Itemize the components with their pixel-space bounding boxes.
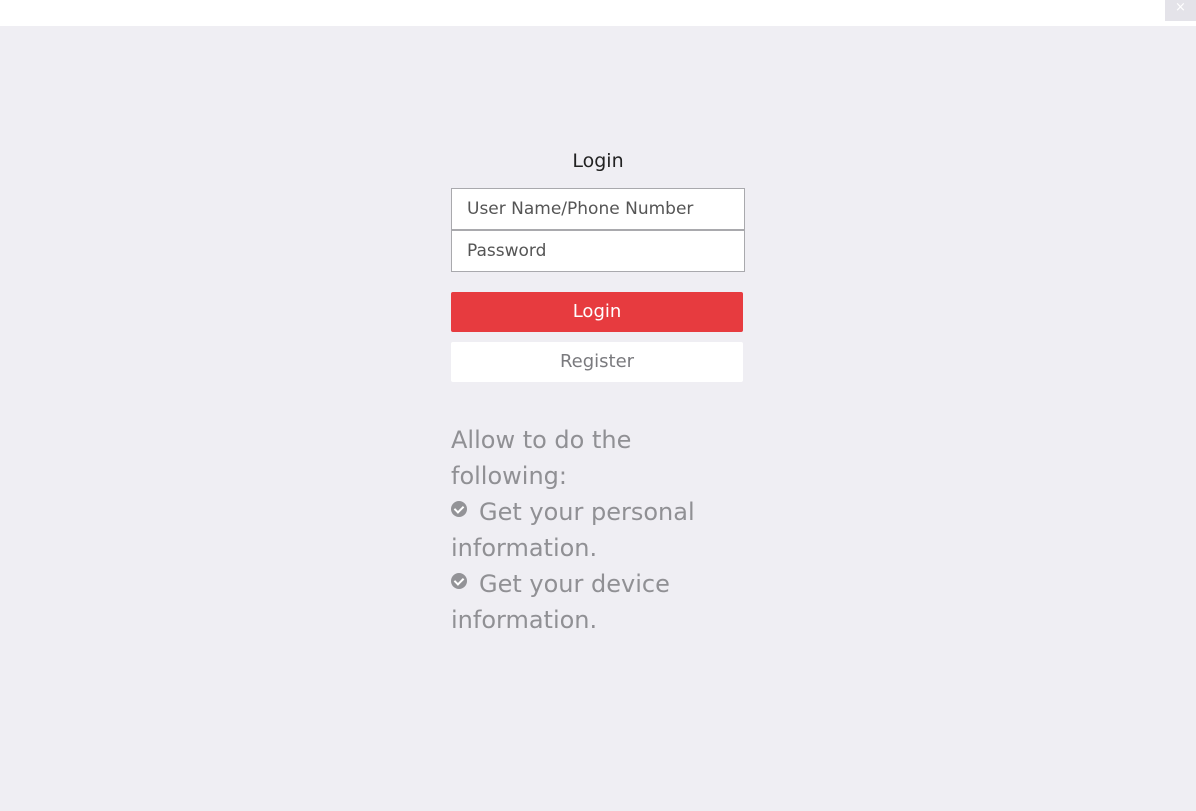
permissions-heading: Allow to do the following:	[451, 426, 632, 490]
main-panel	[0, 26, 1196, 811]
password-input[interactable]	[451, 230, 745, 272]
permission-item: Get your device information.	[451, 566, 711, 638]
check-circle-icon	[451, 501, 467, 517]
permission-text: Get your device information.	[451, 570, 670, 634]
permission-item: Get your personal information.	[451, 494, 711, 566]
check-circle-icon	[451, 573, 467, 589]
permission-text: Get your personal information.	[451, 498, 695, 562]
title-bar: ×	[0, 0, 1196, 26]
page-title: Login	[572, 150, 624, 172]
username-input[interactable]	[451, 188, 745, 230]
login-button[interactable]: Login	[451, 292, 743, 332]
register-button[interactable]: Register	[451, 342, 743, 382]
close-button[interactable]: ×	[1165, 0, 1196, 21]
close-icon[interactable]: ×	[1175, 0, 1186, 15]
permissions-section: Allow to do the following: Get your pers…	[451, 422, 711, 638]
